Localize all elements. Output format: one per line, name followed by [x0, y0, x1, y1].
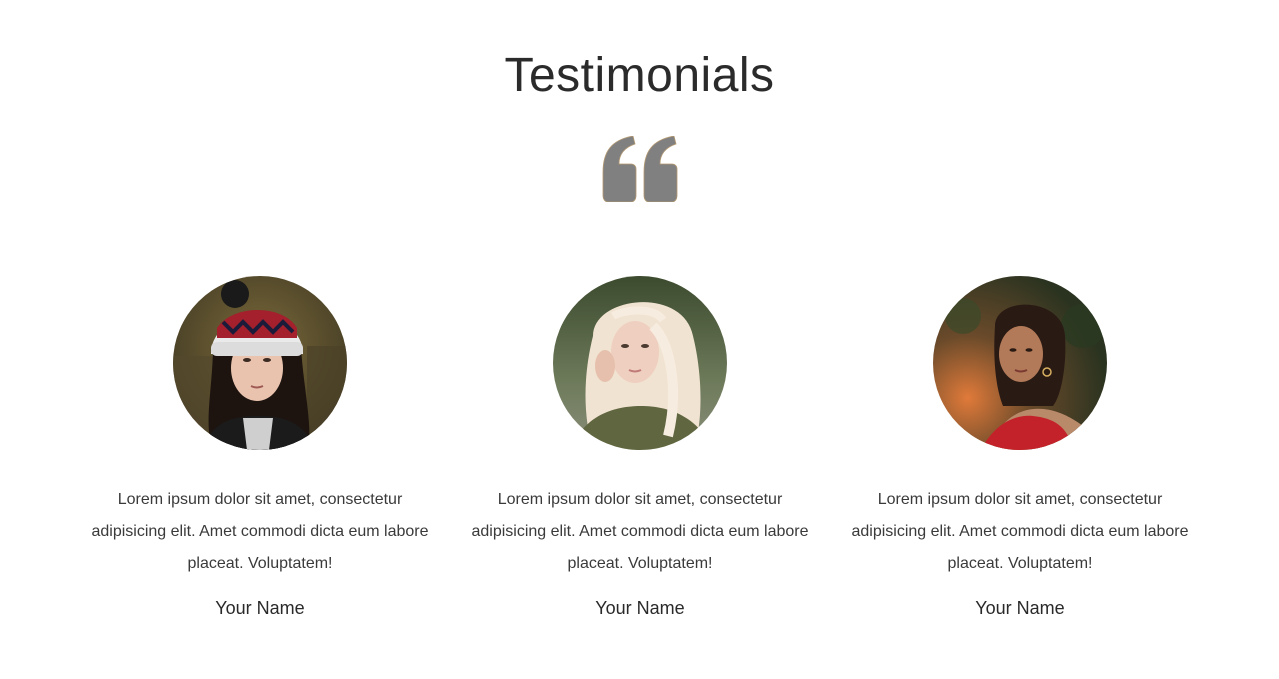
testimonial-text: Lorem ipsum dolor sit amet, consectetur …	[471, 491, 809, 572]
section-title: Testimonials	[504, 49, 775, 102]
avatar-photo-woman-blonde	[553, 276, 727, 450]
avatar	[933, 276, 1107, 450]
testimonial-card: Lorem ipsum dolor sit amet, consectetur …	[465, 276, 815, 622]
testimonial-card: Lorem ipsum dolor sit amet, consectetur …	[845, 276, 1195, 622]
testimonials-section: Testimonials Lorem ipsum dolor sit amet,…	[0, 0, 1279, 679]
testimonial-list: Lorem ipsum dolor sit amet, consectetur …	[0, 276, 1279, 636]
testimonial-text: Lorem ipsum dolor sit amet, consectetur …	[851, 491, 1189, 572]
testimonial-card: Lorem ipsum dolor sit amet, consectetur …	[85, 276, 435, 622]
avatar-photo-woman-red-dress	[933, 276, 1107, 450]
testimonial-author: Your Name	[975, 598, 1065, 618]
testimonial-author: Your Name	[215, 598, 305, 618]
avatar	[173, 276, 347, 450]
testimonial-author: Your Name	[595, 598, 685, 618]
avatar	[553, 276, 727, 450]
avatar-photo-woman-beanie	[173, 276, 347, 450]
quote-left-icon	[602, 136, 678, 202]
testimonial-text: Lorem ipsum dolor sit amet, consectetur …	[91, 491, 429, 572]
